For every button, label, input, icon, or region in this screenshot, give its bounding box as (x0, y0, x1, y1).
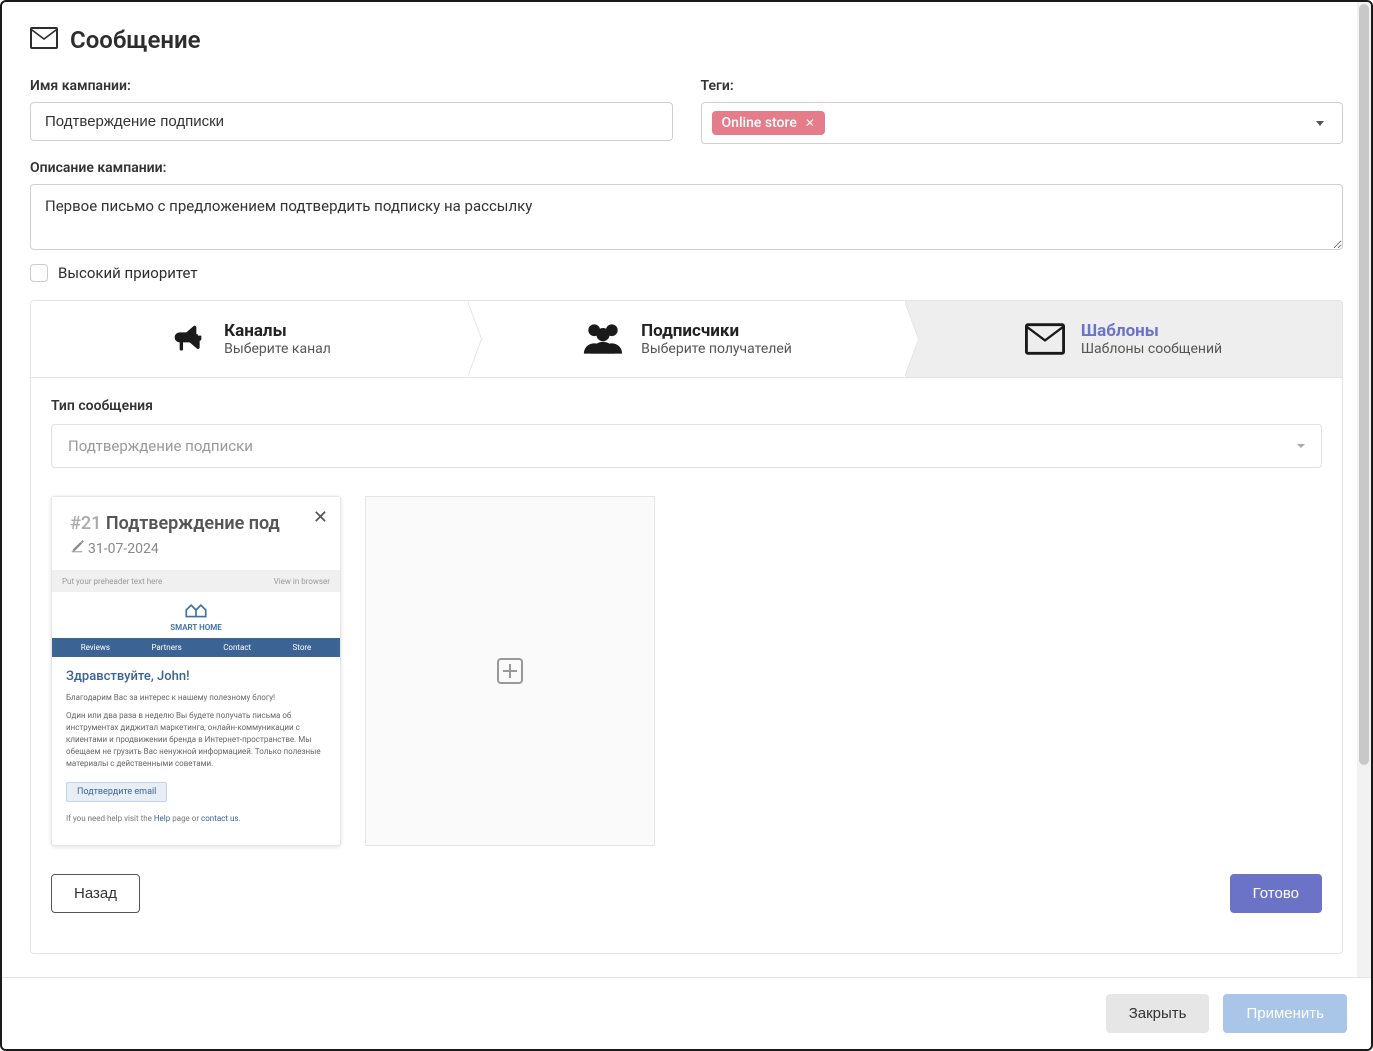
template-id: #21 (70, 513, 101, 534)
template-name: Подтверждение под (106, 513, 280, 534)
campaign-name-group: Имя кампании: (30, 78, 673, 144)
chevron-down-icon[interactable] (1316, 121, 1324, 126)
step-subscribers-subtitle: Выберите получателей (641, 341, 792, 357)
preview-body-text: Один или два раза в неделю Вы будете пол… (66, 710, 326, 770)
steps-navigation: Каналы Выберите канал Подписчики Выберит… (30, 300, 1343, 378)
preview-help: If you need help visit the Help page or … (66, 814, 326, 823)
step-channels[interactable]: Каналы Выберите канал (31, 301, 468, 377)
message-type-label: Тип сообщения (51, 398, 1322, 414)
priority-row: Высокий приоритет (30, 264, 1343, 282)
template-date: 31-07-2024 (88, 541, 159, 557)
templates-content: Тип сообщения Подтверждение подписки ✕ #… (30, 378, 1343, 954)
plus-icon (497, 658, 523, 684)
preview-nav: Reviews Partners Contact Store (52, 638, 340, 657)
description-textarea[interactable]: Первое письмо с предложением подтвердить… (30, 184, 1343, 250)
preview-brand: SMART HOME (52, 623, 340, 632)
close-button[interactable]: Закрыть (1106, 994, 1210, 1033)
modal-container: Сообщение Имя кампании: Теги: Online sto… (0, 0, 1373, 1051)
preview-nav-item: Reviews (81, 643, 110, 652)
step-subscribers-title: Подписчики (641, 321, 792, 341)
users-icon (581, 319, 625, 359)
campaign-name-label: Имя кампании: (30, 78, 673, 94)
tag-label: Online store (722, 115, 797, 131)
tag-remove-icon[interactable]: ✕ (805, 116, 815, 130)
house-icon (52, 600, 340, 623)
envelope-icon (30, 27, 58, 53)
priority-checkbox[interactable] (30, 264, 48, 282)
step-subscribers[interactable]: Подписчики Выберите получателей (468, 301, 905, 377)
tags-container[interactable]: Online store ✕ (701, 102, 1344, 144)
form-row-name-tags: Имя кампании: Теги: Online store ✕ (30, 78, 1343, 144)
campaign-name-input[interactable] (30, 102, 673, 141)
preview-preheader: Put your preheader text here (62, 577, 162, 586)
step-templates-title: Шаблоны (1081, 321, 1222, 341)
tags-label: Теги: (701, 78, 1344, 94)
templates-row: ✕ #21 Подтверждение под 31-07-2024 (51, 496, 1322, 846)
preview-greeting: Здравствуйте, John! (66, 669, 326, 684)
step-channels-subtitle: Выберите канал (224, 341, 331, 357)
priority-label: Высокий приоритет (58, 264, 198, 282)
scrollbar-thumb[interactable] (1359, 4, 1369, 765)
modal-title: Сообщение (70, 26, 201, 54)
step-templates-subtitle: Шаблоны сообщений (1081, 341, 1222, 357)
tag-online-store: Online store ✕ (712, 111, 825, 135)
preview-topline: Put your preheader text here View in bro… (52, 571, 340, 592)
template-close-icon[interactable]: ✕ (313, 507, 328, 528)
template-title: #21 Подтверждение под (70, 513, 322, 534)
preview-logo-area: SMART HOME (52, 592, 340, 638)
add-template-button[interactable] (365, 496, 655, 846)
bullhorn-icon (168, 319, 208, 359)
step-templates-text: Шаблоны Шаблоны сообщений (1081, 321, 1222, 357)
preview-nav-item: Store (293, 643, 312, 652)
preview-thanks: Благодарим Вас за интерес к нашему полез… (66, 692, 326, 704)
apply-button[interactable]: Применить (1223, 994, 1347, 1033)
modal-body: Сообщение Имя кампании: Теги: Online sto… (2, 2, 1371, 977)
back-button[interactable]: Назад (51, 874, 140, 913)
step-nav-buttons: Назад Готово (51, 874, 1322, 913)
scrollbar-track[interactable] (1357, 2, 1371, 977)
preview-nav-item: Contact (223, 643, 251, 652)
preview-confirm-button: Подтвердите email (66, 782, 167, 802)
description-label: Описание кампании: (30, 160, 1343, 176)
description-group: Описание кампании: Первое письмо с предл… (30, 160, 1343, 250)
template-card-header: #21 Подтверждение под 31-07-2024 (52, 497, 340, 570)
preview-body: Здравствуйте, John! Благодарим Вас за ин… (52, 657, 340, 832)
modal-header: Сообщение (30, 26, 1343, 54)
modal-footer: Закрыть Применить (2, 977, 1371, 1049)
message-type-value: Подтверждение подписки (68, 437, 253, 455)
envelope-step-icon (1025, 323, 1065, 355)
preview-nav-item: Partners (151, 643, 181, 652)
template-date-row: 31-07-2024 (70, 540, 322, 558)
tags-group: Теги: Online store ✕ (701, 78, 1344, 144)
step-templates[interactable]: Шаблоны Шаблоны сообщений (905, 301, 1342, 377)
step-channels-title: Каналы (224, 321, 331, 341)
template-card[interactable]: ✕ #21 Подтверждение под 31-07-2024 (51, 496, 341, 846)
preview-help-link: Help (154, 814, 170, 823)
chevron-down-small-icon (1297, 444, 1305, 448)
done-button[interactable]: Готово (1230, 874, 1322, 913)
edit-icon (70, 540, 84, 558)
preview-view-browser: View in browser (274, 577, 330, 586)
step-subscribers-text: Подписчики Выберите получателей (641, 321, 792, 357)
preview-contact-link: contact us (201, 814, 238, 823)
step-channels-text: Каналы Выберите канал (224, 321, 331, 357)
message-type-select[interactable]: Подтверждение подписки (51, 424, 1322, 468)
template-preview: Put your preheader text here View in bro… (52, 570, 340, 832)
